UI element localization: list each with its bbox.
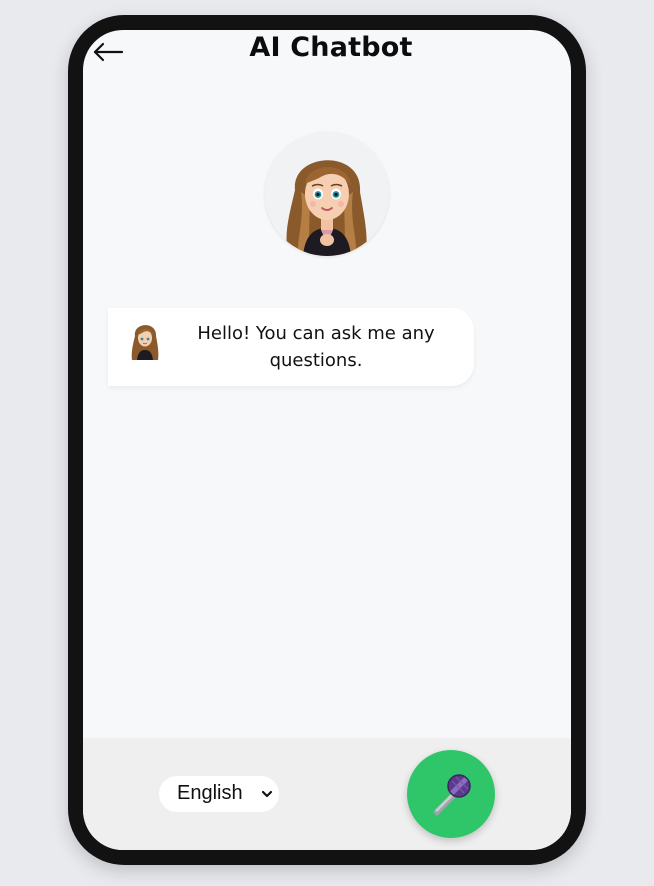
chevron-down-icon bbox=[261, 790, 273, 798]
assistant-avatar bbox=[265, 132, 389, 256]
message-avatar bbox=[128, 318, 162, 360]
header: AI Chatbot bbox=[83, 30, 571, 76]
bot-message-bubble: Hello! You can ask me any questions. bbox=[108, 308, 474, 386]
language-select-value: English bbox=[177, 782, 243, 804]
microphone-button[interactable] bbox=[407, 750, 495, 838]
chat-screen: AI Chatbot Hello! You can ask me any que… bbox=[83, 30, 571, 850]
microphone-icon bbox=[433, 774, 471, 816]
bottom-bar: English bbox=[83, 738, 571, 850]
message-text: Hello! You can ask me any questions. bbox=[197, 323, 435, 371]
girl-avatar-icon bbox=[286, 160, 367, 256]
language-select[interactable]: English bbox=[159, 776, 279, 812]
girl-avatar-icon bbox=[131, 325, 159, 360]
phone-frame: AI Chatbot Hello! You can ask me any que… bbox=[68, 15, 586, 865]
page-title: AI Chatbot bbox=[249, 32, 413, 63]
